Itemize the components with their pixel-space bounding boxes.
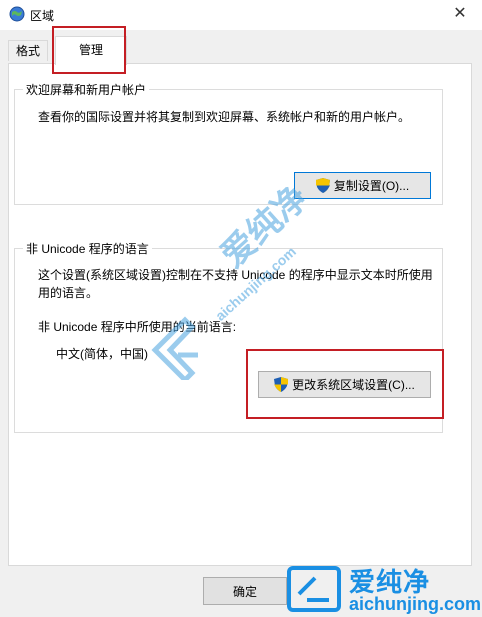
title-bar: 区域 ✕ xyxy=(0,0,482,30)
tab-format[interactable]: 格式 xyxy=(8,40,48,61)
non-unicode-description-line2: 用的语言。 xyxy=(38,286,99,300)
watermark-corner-url: aichunjing.com xyxy=(349,594,482,614)
change-system-locale-label: 更改系统区域设置(C)... xyxy=(292,378,415,392)
tab-administrative[interactable]: 管理 xyxy=(55,36,127,65)
uac-shield-icon xyxy=(315,178,330,193)
window-title: 区域 xyxy=(30,9,55,23)
watermark-corner: 爱纯净 aichunjing.com xyxy=(283,562,482,617)
ok-button[interactable]: 确定 xyxy=(203,577,287,605)
current-language-label: 非 Unicode 程序中所使用的当前语言: xyxy=(38,320,237,334)
copy-settings-label: 复制设置(O)... xyxy=(333,179,410,193)
uac-shield-icon xyxy=(274,377,289,392)
ok-label: 确定 xyxy=(232,584,257,599)
close-icon: ✕ xyxy=(453,5,467,22)
watermark-corner-logo-icon xyxy=(287,566,341,612)
close-button[interactable]: ✕ xyxy=(438,0,482,30)
welcome-group-legend: 欢迎屏幕和新用户帐户 xyxy=(23,81,150,98)
tab-format-label: 格式 xyxy=(15,44,40,58)
non-unicode-description-line1: 这个设置(系统区域设置)控制在不支持 Unicode 的程序中显示文本时所使用 xyxy=(38,268,433,282)
watermark-corner-text: 爱纯净 xyxy=(349,567,431,597)
copy-settings-button[interactable]: 复制设置(O)... xyxy=(294,172,431,199)
globe-icon xyxy=(9,6,25,22)
welcome-description: 查看你的国际设置并将其复制到欢迎屏幕、系统帐户和新的用户帐户。 xyxy=(38,110,411,124)
change-system-locale-button[interactable]: 更改系统区域设置(C)... xyxy=(258,371,431,398)
tab-administrative-label: 管理 xyxy=(78,43,103,57)
current-language-value: 中文(简体，中国) xyxy=(56,347,148,361)
non-unicode-group-legend: 非 Unicode 程序的语言 xyxy=(23,240,152,257)
